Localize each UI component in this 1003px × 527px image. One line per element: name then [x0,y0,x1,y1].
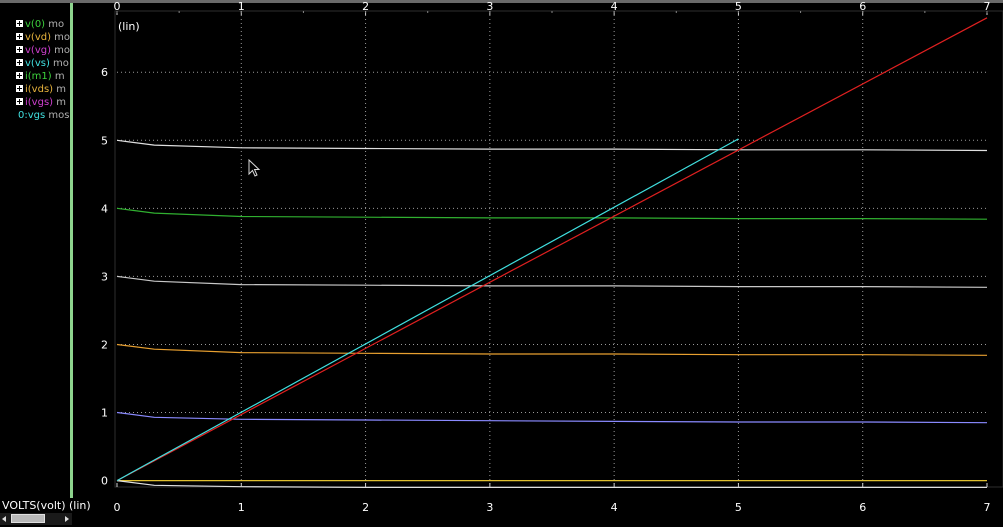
legend-label: i(vgs) [25,97,54,108]
legend-item[interactable]: 0:vgs mos [18,109,69,122]
legend-item[interactable]: i(vds) m [16,83,66,96]
legend-suffix: mo [45,19,65,30]
legend-item[interactable]: v(0) mo [16,18,64,31]
panel-divider[interactable] [70,3,73,498]
waveform-chart[interactable]: 00112233445566770123456 (lin) [0,0,1003,527]
x-tick-label-bottom: 3 [486,501,493,514]
series-line-7 [116,480,987,488]
series-line-5 [116,411,988,424]
series-line-1 [116,139,988,152]
plot-frame [114,10,1003,488]
x-axis-label: VOLTS(volt) (lin) [2,499,91,512]
tick-labels: 00112233445566770123456 [101,0,991,514]
y-tick-label: 4 [101,202,108,215]
legend-label: i(vds) [25,84,54,95]
x-tick-label-bottom: 2 [362,501,369,514]
legend-item[interactable]: v(vg) mo [16,44,70,57]
x-tick-label-bottom: 1 [238,501,245,514]
legend-suffix: mos [45,110,70,121]
series-line-4 [116,343,988,356]
x-tick-label-bottom: 5 [735,501,742,514]
series-line-3 [116,275,988,288]
legend-item[interactable]: i(m1) m [16,70,65,83]
x-tick-label-bottom: 0 [114,501,121,514]
y-tick-label: 2 [101,338,108,351]
plot-border [114,10,1003,488]
y-tick-label: 6 [101,66,108,79]
legend-label: i(m1) [25,71,52,82]
legend-suffix: m [51,71,65,82]
series-line-2 [116,207,988,220]
horizontal-scrollbar[interactable] [0,513,72,525]
expand-icon[interactable] [16,85,23,92]
expand-icon[interactable] [16,33,23,40]
expand-icon[interactable] [16,98,23,105]
legend-suffix: mo [51,32,71,43]
legend-item[interactable]: v(vs) mo [16,57,69,70]
legend-label: v(vg) [25,45,51,56]
mouse-pointer-icon [248,159,261,177]
legend-suffix: m [53,84,66,95]
scroll-right-icon[interactable] [62,514,71,524]
y-axis-label: (lin) [118,20,140,33]
legend-label: v(vd) [25,32,51,43]
series-line-9 [116,138,739,482]
x-tick-label-bottom: 7 [984,501,991,514]
series-group [116,17,988,488]
legend-item[interactable]: v(vd) mo [16,31,70,44]
x-tick-label-bottom: 6 [859,501,866,514]
expand-icon[interactable] [16,72,23,79]
legend-suffix: mo [51,45,71,56]
legend-panel: v(0) mo v(vd) mo v(vg) mo v(vs) mo i(m1) m i(… [0,3,72,498]
scroll-thumb[interactable] [11,514,45,523]
legend-suffix: mo [49,58,69,69]
series-line-8 [116,17,988,482]
legend-label: v(vs) [25,58,50,69]
expand-icon[interactable] [16,20,23,27]
x-tick-label-bottom: 4 [611,501,618,514]
y-tick-label: 0 [101,475,108,488]
legend-label: v(0) [25,19,46,30]
grid [117,11,987,486]
y-tick-label: 1 [101,407,108,420]
y-tick-label: 5 [101,134,108,147]
expand-icon[interactable] [16,59,23,66]
legend-item[interactable]: i(vgs) m [16,96,66,109]
scroll-left-icon[interactable] [0,514,9,524]
expand-icon[interactable] [16,46,23,53]
legend-suffix: m [53,97,66,108]
y-tick-label: 3 [101,270,108,283]
legend-label: 0:vgs [18,110,46,121]
